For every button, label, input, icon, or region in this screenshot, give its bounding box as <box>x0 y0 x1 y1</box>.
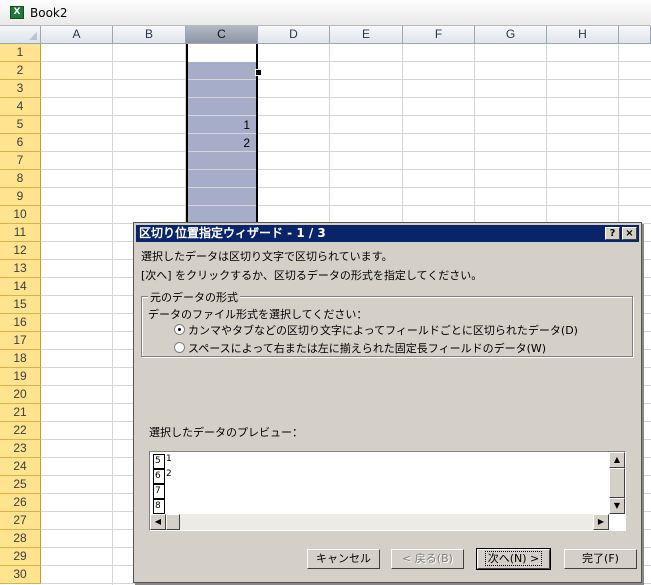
cancel-button[interactable]: キャンセル <box>307 549 380 569</box>
row-header-19[interactable]: 19 <box>0 368 41 386</box>
cell-c5[interactable]: 1 <box>186 116 254 134</box>
row-header-22[interactable]: 22 <box>0 422 41 440</box>
finish-button[interactable]: 完了(F) <box>564 549 637 569</box>
preview-horizontal-scrollbar[interactable]: ◀ ▶ <box>150 514 609 530</box>
preview-row-value: 1 <box>166 454 172 464</box>
row-header-24[interactable]: 24 <box>0 458 41 476</box>
group-label: 元のデータの形式 <box>148 289 240 305</box>
selected-cell-c9[interactable] <box>188 188 256 205</box>
gridline-horizontal <box>41 169 651 170</box>
row-header-5[interactable]: 5 <box>0 116 41 134</box>
next-button[interactable]: 次へ(N) > <box>476 548 551 570</box>
preview-row-number: 6 <box>153 469 165 484</box>
row-header-29[interactable]: 29 <box>0 548 41 566</box>
gridline-horizontal <box>41 61 651 62</box>
preview-vertical-scrollbar[interactable]: ▲ ▼ <box>609 452 625 514</box>
preview-row-number: 8 <box>153 499 165 514</box>
scroll-left-arrow-icon[interactable]: ◀ <box>150 514 166 530</box>
back-button[interactable]: < 戻る(B) <box>391 549 464 569</box>
help-button[interactable]: ? <box>605 227 620 240</box>
row-header-2[interactable]: 2 <box>0 62 41 80</box>
preview-label: 選択したデータのプレビュー： <box>149 426 303 439</box>
radio-delimited[interactable] <box>174 324 185 335</box>
scroll-down-arrow-icon[interactable]: ▼ <box>609 498 625 514</box>
selected-cell-c2[interactable] <box>188 62 256 79</box>
column-header-partial[interactable] <box>619 26 651 44</box>
vertical-scroll-thumb[interactable] <box>609 468 625 498</box>
column-header-a[interactable]: A <box>41 26 113 44</box>
gridline-vertical <box>112 44 113 585</box>
row-header-13[interactable]: 13 <box>0 260 41 278</box>
fill-handle[interactable] <box>255 69 262 76</box>
column-header-g[interactable]: G <box>475 26 547 44</box>
gridline-horizontal <box>41 187 651 188</box>
preview-row-value: 2 <box>166 469 172 479</box>
row-header-12[interactable]: 12 <box>0 242 41 260</box>
dialog-title: 区切り位置指定ウィザード - 1 / 3 <box>136 225 639 242</box>
gridline-horizontal <box>41 205 651 206</box>
row-header-30[interactable]: 30 <box>0 566 41 584</box>
preview-row-number: 7 <box>153 484 165 499</box>
row-header-18[interactable]: 18 <box>0 350 41 368</box>
row-header-6[interactable]: 6 <box>0 134 41 152</box>
workbook-titlebar: X Book2 <box>0 0 651 26</box>
column-header-b[interactable]: B <box>113 26 186 44</box>
selected-cell-c3[interactable] <box>188 80 256 97</box>
preview-row-number: 5 <box>153 454 165 469</box>
cell-c6[interactable]: 2 <box>186 134 254 152</box>
row-header-8[interactable]: 8 <box>0 170 41 188</box>
row-header-17[interactable]: 17 <box>0 332 41 350</box>
row-header-11[interactable]: 11 <box>0 224 41 242</box>
row-header-25[interactable]: 25 <box>0 476 41 494</box>
gridline-horizontal <box>41 79 651 80</box>
radio-fixed-width[interactable] <box>174 342 185 353</box>
column-header-e[interactable]: E <box>330 26 403 44</box>
gridline-horizontal <box>41 151 651 152</box>
close-button[interactable]: × <box>622 227 637 240</box>
row-header-15[interactable]: 15 <box>0 296 41 314</box>
row-header-7[interactable]: 7 <box>0 152 41 170</box>
gridline-horizontal <box>41 97 651 98</box>
gridline-horizontal <box>41 583 651 584</box>
dialog-message-line2: [次へ] をクリックするか、区切るデータの形式を指定してください。 <box>141 269 483 282</box>
row-header-21[interactable]: 21 <box>0 404 41 422</box>
row-header-23[interactable]: 23 <box>0 440 41 458</box>
row-header-16[interactable]: 16 <box>0 314 41 332</box>
column-header-d[interactable]: D <box>258 26 330 44</box>
group-prompt: データのファイル形式を選択してください： <box>148 308 368 321</box>
column-header-f[interactable]: F <box>403 26 475 44</box>
row-header-1[interactable]: 1 <box>0 44 41 62</box>
column-header-h[interactable]: H <box>547 26 619 44</box>
horizontal-scroll-thumb[interactable] <box>166 514 180 530</box>
excel-workbook-icon: X <box>10 6 24 19</box>
next-button-label: 次へ(N) > <box>484 551 543 566</box>
row-header-26[interactable]: 26 <box>0 494 41 512</box>
scroll-up-arrow-icon[interactable]: ▲ <box>609 452 625 468</box>
text-to-columns-wizard-dialog: 区切り位置指定ウィザード - 1 / 3 ? × 選択したデータは区切り文字で区… <box>133 222 642 583</box>
original-data-type-group: 元のデータの形式 データのファイル形式を選択してください： カンマやタブなどの区… <box>141 289 633 357</box>
column-header-c[interactable]: C <box>186 26 258 44</box>
active-cell-c1[interactable] <box>188 44 256 62</box>
row-header-28[interactable]: 28 <box>0 530 41 548</box>
row-header-3[interactable]: 3 <box>0 80 41 98</box>
option-delimited-label[interactable]: カンマやタブなどの区切り文字によってフィールドごとに区切られたデータ(D) <box>188 322 578 338</box>
selected-cell-c8[interactable] <box>188 170 256 187</box>
row-header-10[interactable]: 10 <box>0 206 41 224</box>
scroll-right-arrow-icon[interactable]: ▶ <box>593 514 609 530</box>
select-all-corner[interactable] <box>0 26 41 44</box>
selected-cell-c4[interactable] <box>188 98 256 115</box>
gridline-horizontal <box>41 133 651 134</box>
row-header-27[interactable]: 27 <box>0 512 41 530</box>
dialog-message-line1: 選択したデータは区切り文字で区切られています。 <box>141 250 393 263</box>
row-header-14[interactable]: 14 <box>0 278 41 296</box>
row-header-4[interactable]: 4 <box>0 98 41 116</box>
data-preview-box[interactable]: 516278 ▲ ▼ ◀ ▶ <box>149 451 626 531</box>
option-fixed-width-label[interactable]: スペースによって右または左に揃えられた固定長フィールドのデータ(W) <box>188 340 546 356</box>
gridline-horizontal <box>41 115 651 116</box>
selected-cell-c7[interactable] <box>188 152 256 169</box>
row-header-9[interactable]: 9 <box>0 188 41 206</box>
selected-cell-c10[interactable] <box>188 206 256 223</box>
row-header-20[interactable]: 20 <box>0 386 41 404</box>
workbook-title: Book2 <box>30 6 68 20</box>
